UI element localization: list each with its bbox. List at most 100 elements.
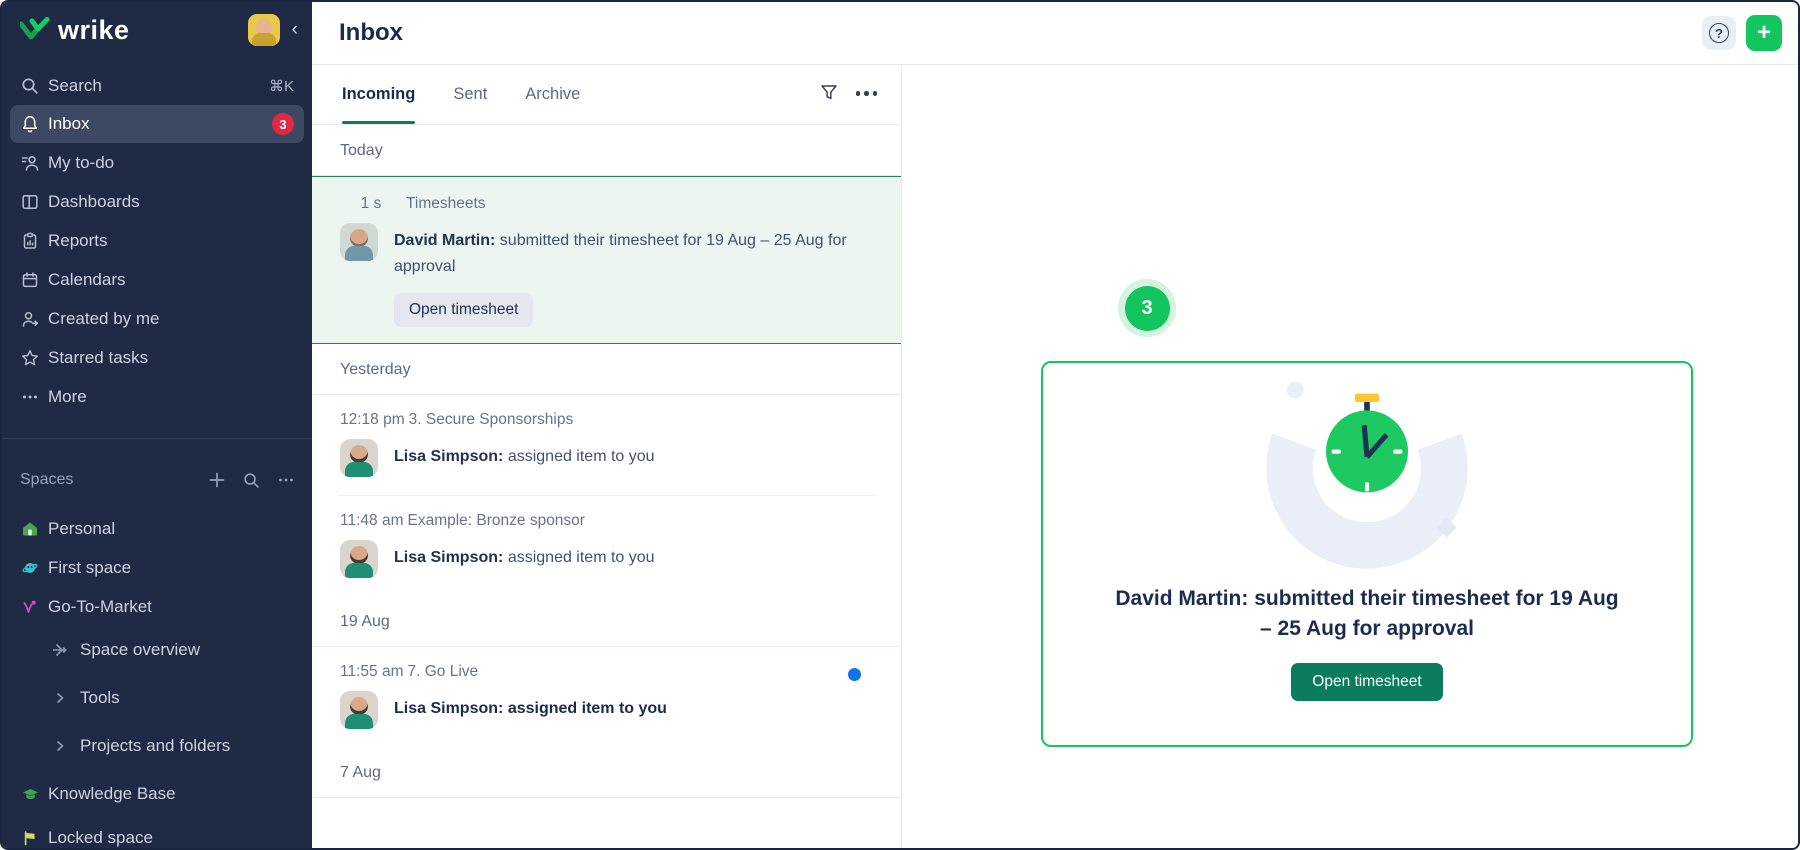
- avatar: [340, 691, 378, 729]
- add-button[interactable]: +: [1746, 15, 1782, 51]
- space-item-personal[interactable]: Personal: [2, 509, 312, 548]
- todo-person-icon: [20, 153, 40, 173]
- inbox-tabs: Incoming Sent Archive: [312, 65, 901, 125]
- avatar: [340, 223, 378, 261]
- wrike-logo-icon: [20, 17, 50, 43]
- bell-icon: [20, 114, 40, 134]
- notification-source: 7. Go Live: [407, 663, 478, 681]
- space-item-knowledge-base[interactable]: Knowledge Base: [2, 770, 312, 818]
- space-item-locked-space[interactable]: Locked space: [2, 818, 312, 848]
- chevron-right-icon: [50, 736, 70, 756]
- sidebar-item-starred-tasks[interactable]: Starred tasks: [2, 338, 312, 377]
- sidebar-item-label: My to-do: [48, 153, 294, 173]
- notification-time: 11:48 am: [340, 512, 403, 530]
- sidebar-item-label: Reports: [48, 231, 294, 251]
- notification-time: 1 s: [340, 195, 402, 213]
- space-subitem-label: Space overview: [80, 640, 294, 660]
- group-header: 7 Aug: [312, 747, 901, 798]
- space-item-label: Locked space: [48, 828, 294, 848]
- group-header: Today: [312, 125, 901, 176]
- sidebar-item-label: Inbox: [48, 114, 272, 134]
- notification-message: Lisa Simpson: assigned item to you: [394, 540, 655, 578]
- help-button[interactable]: ?: [1702, 16, 1736, 50]
- notification-item[interactable]: 11:55 am 7. Go Live Lisa Simpson: assign…: [312, 647, 901, 747]
- sidebar-item-label: Starred tasks: [48, 348, 294, 368]
- space-item-label: Knowledge Base: [48, 784, 294, 804]
- user-avatar[interactable]: [248, 14, 280, 46]
- sidebar-search[interactable]: Search ⌘K: [2, 66, 312, 105]
- tab-incoming[interactable]: Incoming: [342, 65, 415, 124]
- sidebar: wrike ‹ Search ⌘K Inbox 3 My to-do: [2, 2, 312, 848]
- space-subitem-label: Projects and folders: [80, 736, 294, 756]
- sidebar-item-created-by-me[interactable]: Created by me: [2, 299, 312, 338]
- search-spaces-icon[interactable]: [243, 472, 260, 489]
- home-icon: [20, 519, 40, 539]
- spaces-more-icon[interactable]: [278, 472, 294, 488]
- go-to-market-icon: [20, 597, 40, 617]
- space-item-first-space[interactable]: First space: [2, 548, 312, 587]
- notification-count-badge: 3: [1118, 279, 1176, 337]
- notification-group-today: Today 1 s Timesheets David Martin: submi…: [312, 125, 901, 344]
- collapse-sidebar-icon[interactable]: ‹: [292, 19, 298, 41]
- sidebar-item-my-todo[interactable]: My to-do: [2, 143, 312, 182]
- inbox-unread-badge: 3: [272, 113, 294, 135]
- sidebar-item-label: Created by me: [48, 309, 294, 329]
- dashboards-icon: [20, 192, 40, 212]
- spaces-title: Spaces: [20, 471, 191, 489]
- inbox-list-panel: Incoming Sent Archive Today 1 s Timeshee…: [312, 65, 902, 848]
- page-title: Inbox: [339, 19, 1702, 47]
- space-subitem-tools[interactable]: Tools: [2, 674, 312, 722]
- add-space-icon[interactable]: [209, 472, 225, 488]
- reports-icon: [20, 231, 40, 251]
- search-label: Search: [48, 76, 269, 96]
- plus-icon: +: [1757, 21, 1771, 45]
- group-header: 19 Aug: [312, 596, 901, 647]
- question-mark-icon: ?: [1709, 23, 1729, 43]
- list-more-icon[interactable]: [856, 91, 878, 96]
- planet-icon: [20, 558, 40, 578]
- sidebar-item-more[interactable]: More: [2, 377, 312, 416]
- top-header: Inbox ? +: [312, 2, 1798, 65]
- open-timesheet-button[interactable]: Open timesheet: [394, 293, 533, 327]
- notification-message: David Martin: submitted their timesheet …: [394, 223, 873, 279]
- group-header: Yesterday: [312, 344, 901, 395]
- notification-message: Lisa Simpson: assigned item to you: [394, 439, 655, 477]
- notification-group-7-aug: 7 Aug: [312, 747, 901, 798]
- space-subitem-projects-and-folders[interactable]: Projects and folders: [2, 722, 312, 770]
- sidebar-item-calendars[interactable]: Calendars: [2, 260, 312, 299]
- avatar: [340, 540, 378, 578]
- notification-time: 12:18 pm: [340, 411, 405, 429]
- sidebar-item-reports[interactable]: Reports: [2, 221, 312, 260]
- space-item-label: Go-To-Market: [48, 597, 294, 617]
- logo-text: wrike: [58, 15, 130, 46]
- sidebar-divider: [2, 438, 312, 439]
- space-item-go-to-market[interactable]: Go-To-Market: [2, 587, 312, 626]
- notification-item[interactable]: 1 s Timesheets David Martin: submitted t…: [312, 176, 901, 344]
- search-shortcut: ⌘K: [269, 77, 294, 95]
- logo-row: wrike ‹: [2, 2, 312, 58]
- flag-icon: [20, 828, 40, 848]
- calendar-icon: [20, 270, 40, 290]
- notification-group-yesterday: Yesterday 12:18 pm 3. Secure Sponsorship…: [312, 344, 901, 596]
- sidebar-item-dashboards[interactable]: Dashboards: [2, 182, 312, 221]
- search-icon: [20, 76, 40, 96]
- notification-item[interactable]: 11:48 am Example: Bronze sponsor Lisa Si…: [312, 496, 901, 596]
- open-timesheet-button[interactable]: Open timesheet: [1291, 663, 1442, 701]
- filter-icon[interactable]: [819, 82, 839, 107]
- sidebar-item-inbox[interactable]: Inbox 3: [10, 105, 304, 143]
- sidebar-item-label: Calendars: [48, 270, 294, 290]
- notification-item[interactable]: 12:18 pm 3. Secure Sponsorships Lisa Sim…: [312, 395, 901, 495]
- detail-message: David Martin: submitted their timesheet …: [1107, 584, 1627, 645]
- tab-sent[interactable]: Sent: [453, 65, 487, 124]
- space-item-label: First space: [48, 558, 294, 578]
- space-subitem-space-overview[interactable]: Space overview: [2, 626, 312, 674]
- star-icon: [20, 348, 40, 368]
- person-arrow-icon: [20, 309, 40, 329]
- notification-source: Timesheets: [406, 195, 486, 213]
- spaces-header: Spaces: [2, 459, 312, 501]
- app-window: wrike ‹ Search ⌘K Inbox 3 My to-do: [0, 0, 1800, 850]
- tab-archive[interactable]: Archive: [525, 65, 580, 124]
- notification-message: Lisa Simpson: assigned item to you: [394, 691, 667, 729]
- notification-source: Example: Bronze sponsor: [407, 512, 584, 530]
- notification-time: 11:55 am: [340, 663, 403, 681]
